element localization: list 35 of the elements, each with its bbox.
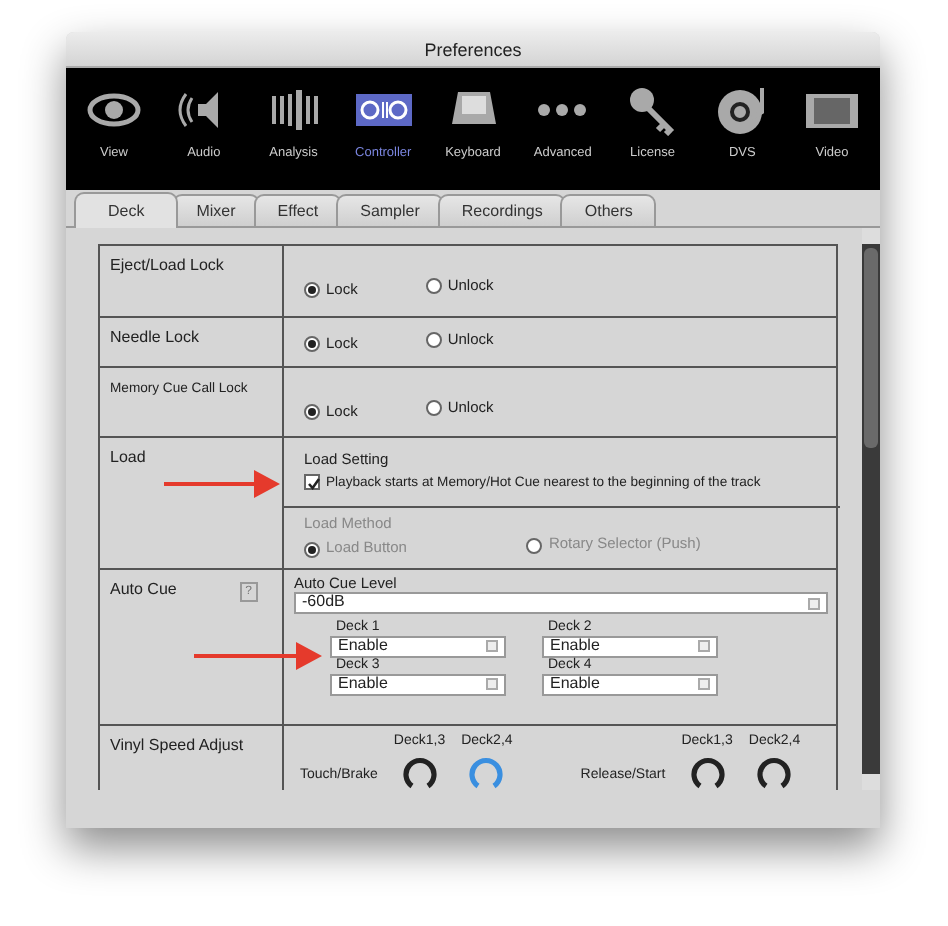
radio-button[interactable] [526,537,543,554]
radio-button[interactable] [425,278,442,295]
level-dropdown[interactable]: -60dB [294,592,828,615]
radio-button[interactable] [304,282,320,299]
tab[interactable]: Others [560,194,657,226]
scrollbar[interactable] [862,228,880,790]
setting-label: Needle Lock [110,328,199,346]
dropdown-icon [486,678,498,691]
deck-dropdown[interactable]: Enable [330,635,506,658]
radio-button[interactable] [304,335,320,352]
knob[interactable] [401,755,438,790]
radio-button[interactable] [425,331,442,348]
tab[interactable]: Recordings [437,194,567,226]
tab[interactable]: Sampler [336,194,444,226]
dropdown-icon [808,597,820,610]
knob[interactable] [756,755,793,790]
radio-button[interactable] [304,541,320,558]
dropdown-icon [698,678,710,691]
window-title: Preferences [66,32,880,68]
dots-icon [534,102,591,118]
setting-label: Vinyl Speed Adjust [110,736,244,754]
deck-dropdown[interactable]: Enable [542,673,718,696]
radio-button[interactable] [304,403,320,420]
setting-label: Load [110,448,146,466]
tab[interactable]: Effect [253,194,343,226]
dropdown-icon [698,640,710,653]
checkbox[interactable] [304,474,320,491]
deck-dropdown[interactable]: Enable [330,673,506,696]
radio-button[interactable] [425,399,442,416]
setting-label: Auto Cue [110,582,177,600]
tab[interactable]: Deck [74,192,179,228]
dropdown-icon [486,640,498,653]
deck-dropdown[interactable]: Enable [542,635,718,658]
setting-label: Eject/Load Lock [110,256,224,274]
knob[interactable] [689,755,726,790]
